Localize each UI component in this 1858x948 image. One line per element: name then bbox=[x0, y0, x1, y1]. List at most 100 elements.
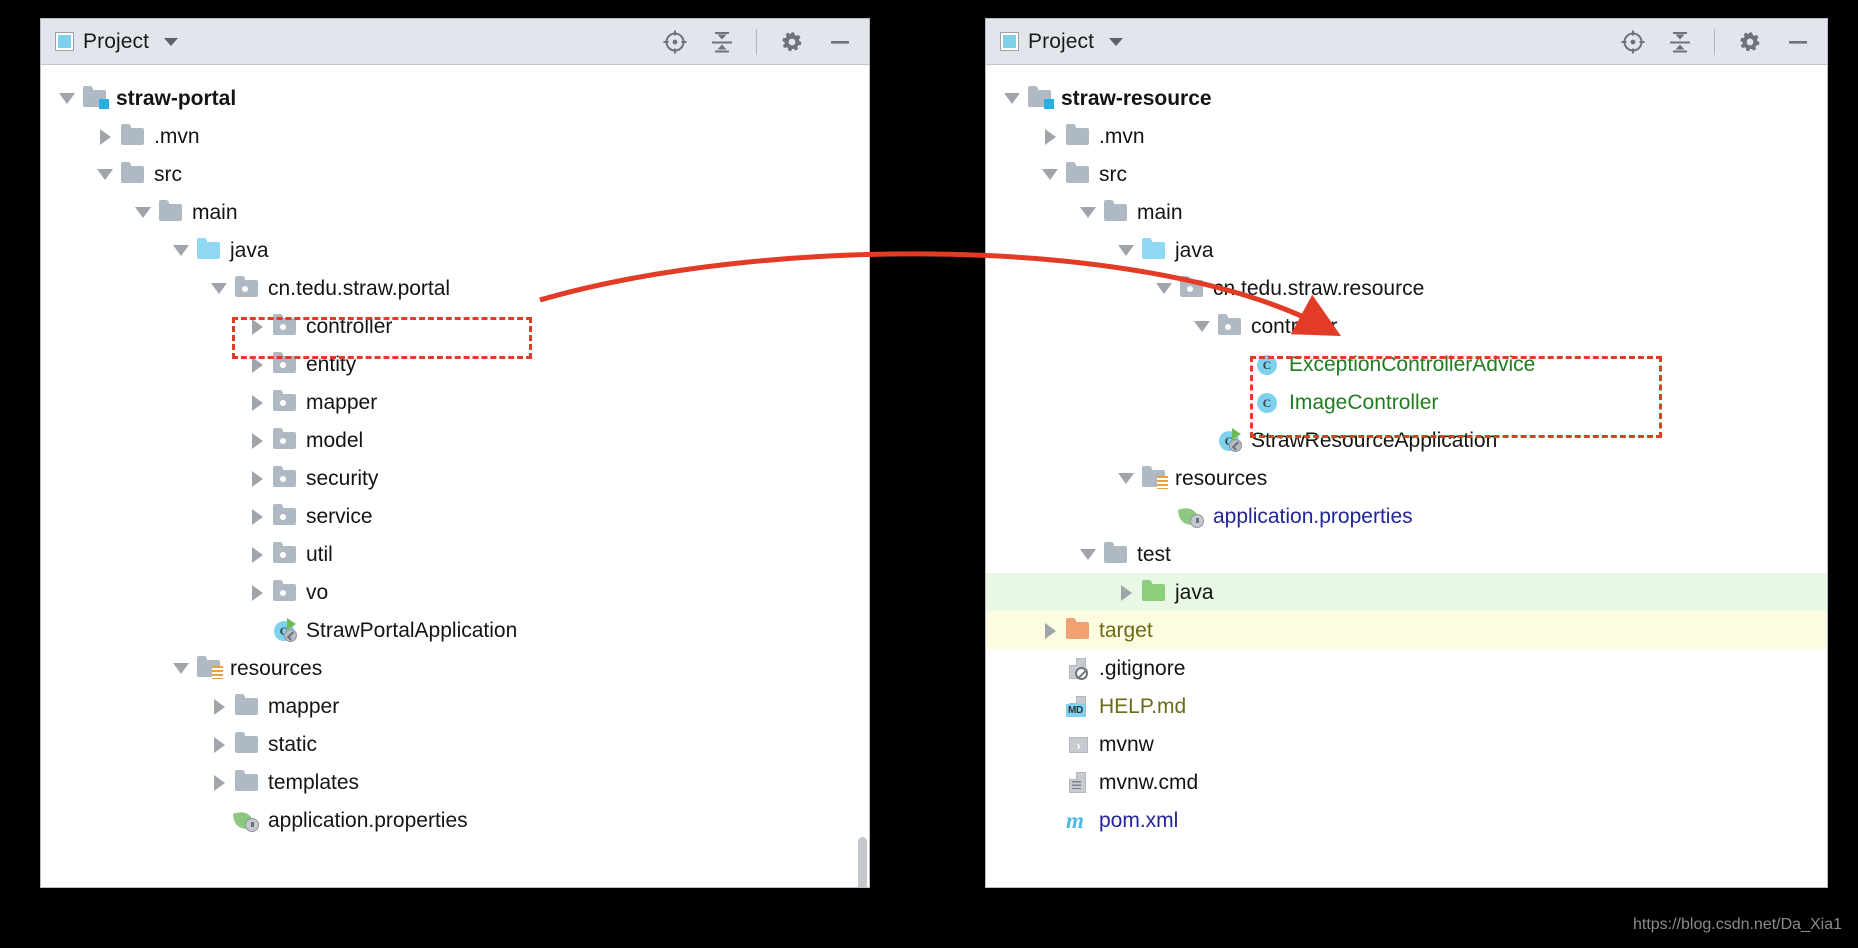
tree-row[interactable]: java bbox=[41, 231, 869, 269]
chevron-down-icon[interactable] bbox=[1118, 470, 1134, 486]
tree-row[interactable]: resources bbox=[41, 649, 869, 687]
right-project-tree[interactable]: straw-resource .mvn src main java cn.tedu.str… bbox=[986, 65, 1827, 839]
tree-row[interactable]: .mvn bbox=[986, 117, 1827, 155]
tree-row[interactable]: main bbox=[986, 193, 1827, 231]
tree-row[interactable]: src bbox=[41, 155, 869, 193]
tree-row[interactable]: security bbox=[41, 459, 869, 497]
chevron-down-icon[interactable] bbox=[1004, 90, 1020, 106]
tree-item-label: security bbox=[306, 466, 379, 490]
chevron-down-icon[interactable] bbox=[173, 242, 189, 258]
chevron-down-icon[interactable] bbox=[135, 204, 151, 220]
hide-panel-icon[interactable] bbox=[1785, 29, 1811, 55]
tree-row[interactable]: static bbox=[41, 725, 869, 763]
tree-item-label: straw-resource bbox=[1061, 86, 1212, 110]
chevron-right-icon[interactable] bbox=[1042, 128, 1058, 145]
settings-gear-icon[interactable] bbox=[1737, 29, 1763, 55]
chevron-right-icon[interactable] bbox=[211, 698, 227, 715]
chevron-down-icon[interactable] bbox=[164, 37, 179, 46]
tree-row[interactable]: application.properties bbox=[986, 497, 1827, 535]
tree-row[interactable]: application.properties bbox=[41, 801, 869, 839]
left-project-tree[interactable]: straw-portal .mvn src main java cn.tedu.straw… bbox=[41, 65, 869, 839]
tree-row[interactable]: › mvnw bbox=[986, 725, 1827, 763]
tree-row[interactable]: MD HELP.md bbox=[986, 687, 1827, 725]
chevron-down-icon[interactable] bbox=[1118, 242, 1134, 258]
package-folder-icon bbox=[273, 390, 296, 411]
chevron-down-icon[interactable] bbox=[59, 90, 75, 106]
tree-row[interactable]: straw-portal bbox=[41, 79, 869, 117]
tree-row[interactable]: vo bbox=[41, 573, 869, 611]
tree-row[interactable]: controller bbox=[986, 307, 1827, 345]
left-panel-scrollbar[interactable] bbox=[858, 837, 867, 887]
tree-row[interactable]: .gitignore bbox=[986, 649, 1827, 687]
tree-row[interactable]: model bbox=[41, 421, 869, 459]
chevron-down-icon[interactable] bbox=[211, 280, 227, 296]
tree-row[interactable]: java bbox=[986, 231, 1827, 269]
tree-row[interactable]: util bbox=[41, 535, 869, 573]
tree-item-icon bbox=[272, 542, 298, 566]
chevron-right-icon[interactable] bbox=[249, 546, 265, 563]
tree-item-label: cn.tedu.straw.portal bbox=[268, 276, 451, 300]
tree-row[interactable]: C StrawPortalApplication bbox=[41, 611, 869, 649]
left-project-panel: Project straw-portal .mvn src main java … bbox=[40, 18, 870, 888]
chevron-right-icon[interactable] bbox=[249, 318, 265, 335]
hide-panel-icon[interactable] bbox=[827, 29, 853, 55]
package-folder-icon bbox=[1180, 276, 1203, 297]
settings-gear-icon[interactable] bbox=[779, 29, 805, 55]
tree-row[interactable]: C ExceptionControllerAdvice bbox=[986, 345, 1827, 383]
tree-row[interactable]: cn.tedu.straw.resource bbox=[986, 269, 1827, 307]
tree-row[interactable]: straw-resource bbox=[986, 79, 1827, 117]
tree-item-label: entity bbox=[306, 352, 357, 376]
chevron-down-icon[interactable] bbox=[173, 660, 189, 676]
tree-row[interactable]: .mvn bbox=[41, 117, 869, 155]
tree-row[interactable]: m pom.xml bbox=[986, 801, 1827, 839]
chevron-right-icon[interactable] bbox=[97, 128, 113, 145]
tree-item-icon bbox=[158, 200, 184, 224]
chevron-right-icon[interactable] bbox=[211, 736, 227, 753]
tree-row[interactable]: mvnw.cmd bbox=[986, 763, 1827, 801]
tree-row[interactable]: resources bbox=[986, 459, 1827, 497]
select-opened-file-icon[interactable] bbox=[662, 29, 688, 55]
tree-row[interactable]: mapper bbox=[41, 687, 869, 725]
chevron-right-icon[interactable] bbox=[249, 470, 265, 487]
chevron-down-icon[interactable] bbox=[1080, 546, 1096, 562]
chevron-down-icon[interactable] bbox=[1080, 204, 1096, 220]
chevron-down-icon[interactable] bbox=[1042, 166, 1058, 182]
folder-icon bbox=[235, 732, 258, 753]
tree-row[interactable]: C StrawResourceApplication bbox=[986, 421, 1827, 459]
package-folder-icon bbox=[273, 352, 296, 373]
chevron-right-icon[interactable] bbox=[249, 432, 265, 449]
chevron-right-icon[interactable] bbox=[249, 584, 265, 601]
java-class-icon: C bbox=[1257, 393, 1277, 413]
tree-row[interactable]: test bbox=[986, 535, 1827, 573]
chevron-right-icon[interactable] bbox=[1042, 622, 1058, 639]
chevron-down-icon[interactable] bbox=[1156, 280, 1172, 296]
resources-badge-icon bbox=[1157, 476, 1168, 489]
chevron-right-icon[interactable] bbox=[249, 394, 265, 411]
chevron-right-icon[interactable] bbox=[211, 774, 227, 791]
tree-row[interactable]: target bbox=[986, 611, 1827, 649]
tree-row[interactable]: controller bbox=[41, 307, 869, 345]
select-opened-file-icon[interactable] bbox=[1620, 29, 1646, 55]
tree-row[interactable]: main bbox=[41, 193, 869, 231]
tree-item-label: straw-portal bbox=[116, 86, 237, 110]
chevron-right-icon[interactable] bbox=[249, 356, 265, 373]
tree-row[interactable]: java bbox=[986, 573, 1827, 611]
project-window-icon bbox=[55, 32, 74, 51]
tree-row[interactable]: C ImageController bbox=[986, 383, 1827, 421]
collapse-all-icon[interactable] bbox=[1668, 29, 1692, 55]
tree-row[interactable]: service bbox=[41, 497, 869, 535]
chevron-right-icon[interactable] bbox=[1118, 584, 1134, 601]
tree-row[interactable]: entity bbox=[41, 345, 869, 383]
chevron-right-icon[interactable] bbox=[249, 508, 265, 525]
tree-row[interactable]: cn.tedu.straw.portal bbox=[41, 269, 869, 307]
tree-item-label: util bbox=[306, 542, 333, 566]
chevron-down-icon[interactable] bbox=[1109, 37, 1124, 46]
chevron-down-icon[interactable] bbox=[1194, 318, 1210, 334]
tree-row[interactable]: templates bbox=[41, 763, 869, 801]
tree-row[interactable]: mapper bbox=[41, 383, 869, 421]
tree-row[interactable]: src bbox=[986, 155, 1827, 193]
collapse-all-icon[interactable] bbox=[710, 29, 734, 55]
tree-item-icon bbox=[234, 770, 260, 794]
tree-item-icon bbox=[234, 694, 260, 718]
chevron-down-icon[interactable] bbox=[97, 166, 113, 182]
